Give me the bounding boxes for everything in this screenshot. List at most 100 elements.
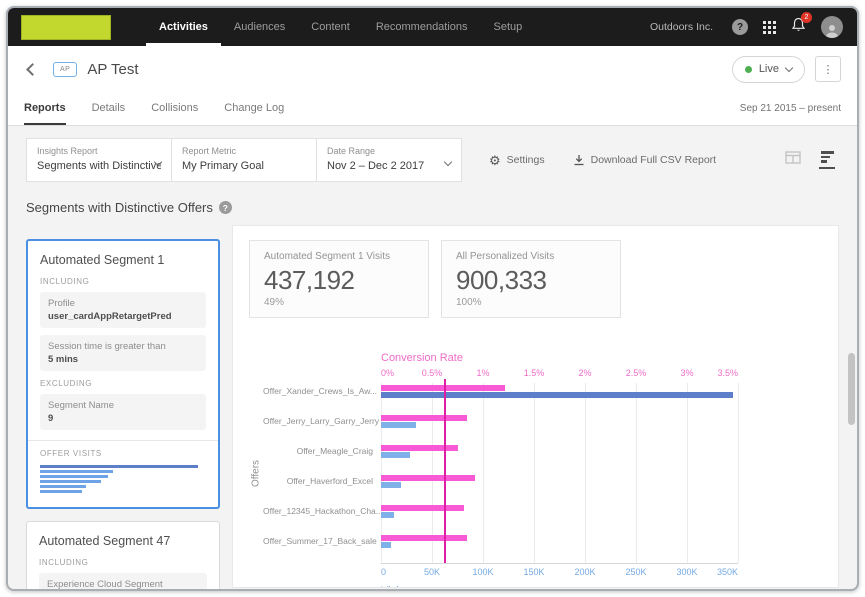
excluding-label: EXCLUDING <box>40 379 93 388</box>
back-icon[interactable] <box>26 62 39 76</box>
table-view-toggle[interactable] <box>785 151 801 164</box>
status-dropdown[interactable]: Live <box>731 55 805 83</box>
axis-tick-label: 300K <box>676 567 698 577</box>
insights-report-select[interactable]: Insights Report Segments with Distinctiv… <box>26 138 172 182</box>
offer-visits-sparkline <box>40 465 206 493</box>
conversion-rate-axis: 0% 0.5% 1% 1.5% 2% 2.5% 3% 3.5% <box>381 368 738 381</box>
more-actions-button[interactable]: ⋮ <box>815 56 841 82</box>
tab-reports[interactable]: Reports <box>24 92 66 125</box>
help-icon[interactable]: ? <box>732 19 748 35</box>
visits-axis: 0 50K 100K 150K 200K 250K 300K 350K <box>381 567 738 580</box>
primary-nav: Activities Audiences Content Recommendat… <box>146 8 535 46</box>
segment-card-automated-segment-1[interactable]: Automated Segment 1 INCLUDING Profile us… <box>26 239 220 509</box>
axis-tick-label: 1% <box>476 368 490 378</box>
nav-item-content[interactable]: Content <box>298 8 363 46</box>
visits-bar[interactable] <box>381 422 416 428</box>
rule-value: 5 mins <box>48 354 79 365</box>
download-csv-button[interactable]: Download Full CSV Report <box>573 154 716 166</box>
settings-button[interactable]: ⚙ Settings <box>489 154 545 167</box>
notifications-bell-icon[interactable]: 2 <box>791 11 812 38</box>
conversion-rate-bar[interactable] <box>381 535 467 541</box>
spark-bar <box>40 485 87 488</box>
segment-title: Automated Segment 47 <box>39 534 171 548</box>
activity-date-range: Sep 21 2015 – present <box>739 103 841 114</box>
tab-details[interactable]: Details <box>92 92 126 125</box>
company-logo <box>21 14 111 40</box>
tab-collisions[interactable]: Collisions <box>151 92 198 125</box>
chart-category-label: Offer_Jerry_Larry_Garry_Jerry <box>263 416 380 426</box>
visits-bar[interactable] <box>381 512 395 518</box>
nav-item-activities[interactable]: Activities <box>146 8 221 46</box>
chart-plot <box>381 379 739 564</box>
active-view-underline <box>819 166 835 169</box>
rule-label: Profile <box>48 298 75 309</box>
bottom-axis-title: Visits <box>381 585 738 587</box>
chart-category-label: Offer_Summer_17_Back_sale <box>263 536 377 546</box>
tab-label: Change Log <box>224 101 285 114</box>
chart-category-label: Offer_Meagle_Craig <box>296 446 373 456</box>
kpi-label: All Personalized Visits <box>456 251 555 262</box>
axis-tick-label: 250K <box>625 567 647 577</box>
conversion-rate-bar[interactable] <box>381 385 506 391</box>
nav-item-recommendations[interactable]: Recommendations <box>363 8 481 46</box>
spark-bar <box>40 480 102 483</box>
spark-bar <box>40 490 82 493</box>
tab-label: Collisions <box>151 101 199 114</box>
segment-card-automated-segment-47[interactable]: Automated Segment 47 INCLUDING Experienc… <box>26 521 220 590</box>
visits-bar[interactable] <box>381 452 410 458</box>
nav-item-audiences[interactable]: Audiences <box>221 8 298 46</box>
kpi-percent: 100% <box>456 296 482 308</box>
segment-rule-chip: Segment Name 9 <box>40 394 206 430</box>
user-avatar[interactable] <box>821 16 843 38</box>
chart-row <box>381 383 738 413</box>
chart-row <box>381 503 738 533</box>
nav-item-label: Activities <box>159 21 208 33</box>
tab-label: Reports <box>24 101 66 114</box>
visits-bar[interactable] <box>381 542 392 548</box>
segment-rule-chip: Experience Cloud Segment soccer_moms <box>39 573 207 590</box>
including-label: INCLUDING <box>40 277 90 286</box>
kpi-label: Automated Segment 1 Visits <box>264 251 390 262</box>
rule-label: Session time is greater than <box>48 341 166 352</box>
section-help-icon[interactable]: ? <box>218 201 232 214</box>
rule-value: 9 <box>48 413 54 424</box>
visits-bar[interactable] <box>381 392 733 398</box>
visits-bar[interactable] <box>381 482 402 488</box>
kpi-percent: 49% <box>264 296 285 308</box>
nav-item-setup[interactable]: Setup <box>481 8 536 46</box>
offer-visits-label: OFFER VISITS <box>40 449 102 458</box>
chart-view-toggle[interactable] <box>819 151 835 169</box>
chevron-down-icon <box>784 63 794 72</box>
conversion-rate-bar[interactable] <box>381 475 475 481</box>
activity-type-badge: AP <box>53 61 78 77</box>
conversion-rate-bar[interactable] <box>381 415 467 421</box>
axis-tick-label: 0% <box>381 368 395 378</box>
axis-tick-label: 1.5% <box>523 368 545 378</box>
report-toolbar: Insights Report Segments with Distinctiv… <box>26 138 839 182</box>
app-switcher-icon[interactable] <box>763 20 776 34</box>
axis-tick-label: 2% <box>578 368 592 378</box>
select-value: Segments with Distinctive <box>37 160 161 172</box>
date-range-select[interactable]: Date Range Nov 2 – Dec 2 2017 <box>316 138 462 182</box>
select-label: Insights Report <box>37 146 98 156</box>
download-icon <box>574 155 584 166</box>
conversion-rate-bar[interactable] <box>381 505 464 511</box>
tab-bar: Reports Details Collisions Change Log Se… <box>8 92 857 126</box>
nav-item-label: Setup <box>493 21 523 33</box>
page-title: AP Test <box>87 60 139 78</box>
select-value: My Primary Goal <box>182 160 264 172</box>
tab-change-log[interactable]: Change Log <box>224 92 284 125</box>
kpi-segment-visits: Automated Segment 1 Visits 437,192 49% <box>249 240 429 318</box>
segment-list: Automated Segment 1 INCLUDING Profile us… <box>26 239 220 590</box>
rule-label: Experience Cloud Segment <box>47 579 163 590</box>
average-conversion-reference-line <box>444 379 447 563</box>
chart-row <box>381 533 738 563</box>
axis-tick-label: 100K <box>472 567 494 577</box>
scrollbar-thumb[interactable] <box>848 353 855 425</box>
nav-item-label: Recommendations <box>375 21 468 33</box>
card-divider <box>28 440 218 441</box>
rule-label: Segment Name <box>48 400 115 411</box>
download-label: Download Full CSV Report <box>590 154 717 166</box>
status-label: Live <box>758 63 779 75</box>
report-metric-select[interactable]: Report Metric My Primary Goal <box>171 138 317 182</box>
